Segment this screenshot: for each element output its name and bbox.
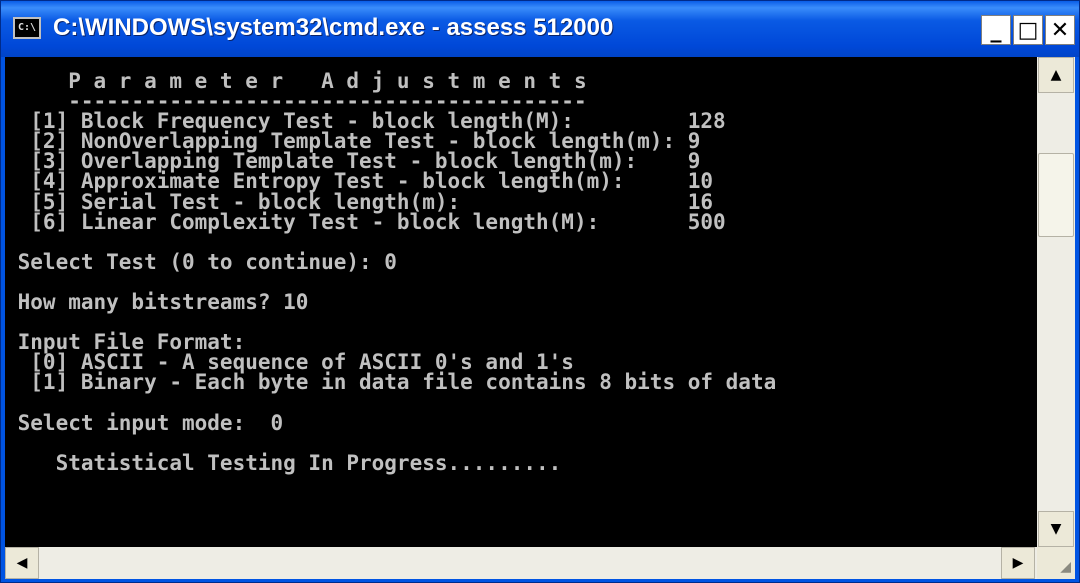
scroll-right-button[interactable]: ▶ bbox=[1001, 547, 1035, 579]
console-window: C:\ C:\WINDOWS\system32\cmd.exe - assess… bbox=[0, 0, 1080, 583]
maximize-button[interactable]: □ bbox=[1013, 15, 1043, 45]
title-bar[interactable]: C:\ C:\WINDOWS\system32\cmd.exe - assess… bbox=[1, 1, 1079, 57]
console-line: Select input mode: 0 bbox=[5, 410, 284, 435]
scroll-down-button[interactable]: ▼ bbox=[1038, 511, 1074, 547]
scroll-left-button[interactable]: ◀ bbox=[5, 547, 39, 579]
console-line: Statistical Testing In Progress......... bbox=[5, 450, 562, 475]
horizontal-scrollbar[interactable]: ◀ ▶ bbox=[5, 547, 1037, 579]
arrow-left-icon: ◀ bbox=[16, 555, 28, 571]
vertical-scroll-thumb[interactable] bbox=[1038, 153, 1074, 237]
console-icon[interactable]: C:\ bbox=[13, 17, 41, 39]
window-title: C:\WINDOWS\system32\cmd.exe - assess 512… bbox=[53, 14, 614, 41]
scroll-up-button[interactable]: ▲ bbox=[1038, 57, 1074, 93]
resize-grip[interactable]: ◢ bbox=[1037, 547, 1075, 579]
console-line: Select Test (0 to continue): 0 bbox=[5, 249, 397, 274]
vertical-scrollbar[interactable]: ▲ ▼ bbox=[1037, 57, 1075, 547]
console-output[interactable]: P a r a m e t e r A d j u s t m e n t s … bbox=[5, 57, 1037, 547]
caption-buttons: _ □ ✕ bbox=[981, 15, 1075, 45]
close-button[interactable]: ✕ bbox=[1045, 15, 1075, 45]
console-line: [1] Binary - Each byte in data file cont… bbox=[5, 370, 777, 395]
arrow-right-icon: ▶ bbox=[1012, 555, 1024, 571]
console-line: How many bitstreams? 10 bbox=[5, 290, 309, 315]
arrow-up-icon: ▲ bbox=[1050, 67, 1062, 83]
resize-grip-icon: ◢ bbox=[1060, 559, 1071, 575]
arrow-down-icon: ▼ bbox=[1050, 521, 1062, 537]
client-area: P a r a m e t e r A d j u s t m e n t s … bbox=[5, 57, 1075, 579]
console-line: [6] Linear Complexity Test - block lengt… bbox=[5, 209, 726, 234]
console-text: P a r a m e t e r A d j u s t m e n t s … bbox=[5, 57, 1037, 475]
minimize-button[interactable]: _ bbox=[981, 15, 1011, 45]
